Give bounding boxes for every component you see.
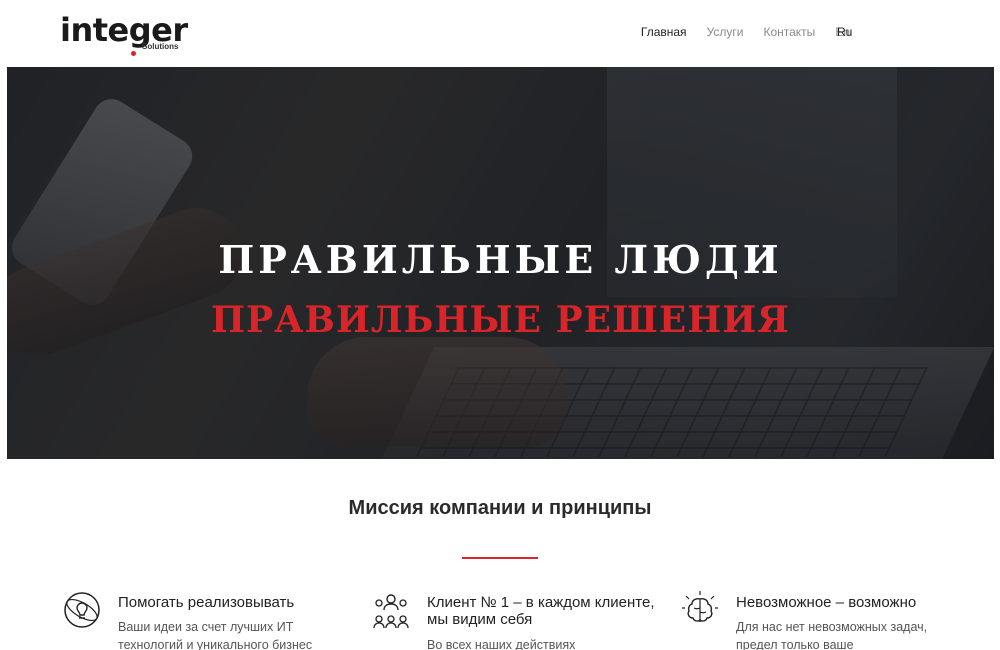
hero-banner: ПРАВИЛЬНЫЕ ЛЮДИ ПРАВИЛЬНЫЕ РЕШЕНИЯ (7, 67, 994, 459)
feature-text: Во всех наших действиях (427, 638, 576, 650)
feature-item: Помогать реализовывать Ваши идеи за счет… (62, 588, 352, 650)
logo-dots-icon (128, 48, 142, 56)
company-logo[interactable]: integer Solutions (60, 10, 190, 56)
nav-services[interactable]: Услуги (707, 22, 744, 42)
feature-title: Невозможное – возможно (736, 594, 917, 611)
lang-ru[interactable]: Ru (837, 22, 852, 42)
hero-subheadline: ПРАВИЛЬНЫЕ РЕШЕНИЯ (211, 299, 790, 341)
mission-divider (462, 557, 538, 559)
nav-contacts[interactable]: Контакты (763, 22, 815, 42)
lightbulb-icon (64, 592, 100, 628)
feature-text: Ваши идеи за счет лучших ИТ технологий и… (118, 620, 313, 650)
mission-title: Миссия компании и принципы (348, 497, 652, 519)
feature-item: Невозможное – возможно Для нас нет невоз… (680, 588, 970, 650)
feature-text: Для нас нет невозможных задач, предел то… (736, 620, 928, 650)
people-network-icon (373, 594, 409, 629)
nav-home[interactable]: Главная (641, 22, 687, 42)
feature-item: Клиент № 1 – в каждом клиенте, мы видим … (371, 588, 661, 650)
feature-title: Клиент № 1 – в каждом клиенте, мы видим … (427, 594, 655, 628)
logo-subtitle: Solutions (142, 42, 179, 51)
feature-title: Помогать реализовывать (118, 594, 295, 611)
hero-headline: ПРАВИЛЬНЫЕ ЛЮДИ (218, 237, 783, 282)
site-header: integer Solutions Главная Услуги Контакт… (0, 0, 1000, 66)
main-nav: Главная Услуги Контакты En (641, 22, 850, 42)
brain-icon (682, 591, 718, 622)
